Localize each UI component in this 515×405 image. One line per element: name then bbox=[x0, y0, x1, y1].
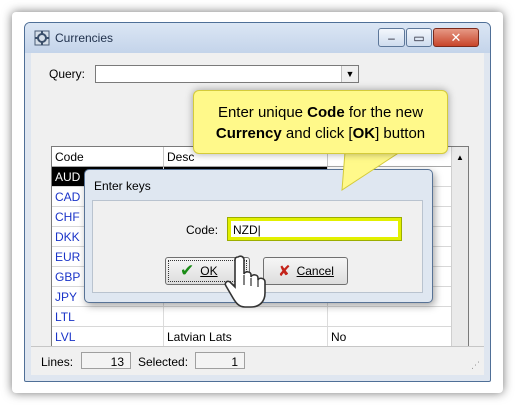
callout-text-2: for the new bbox=[344, 104, 424, 121]
ok-label: OK bbox=[200, 264, 218, 278]
callout-pointer bbox=[341, 151, 402, 191]
grid-scrollbar[interactable]: ▲ ▼ bbox=[451, 147, 468, 364]
code-input-value: NZD bbox=[233, 223, 258, 237]
lines-count: 13 bbox=[81, 352, 131, 369]
checkmark-icon: ✔ bbox=[180, 261, 195, 280]
table-row[interactable]: LTL bbox=[52, 307, 468, 327]
currency-code-cell: LVL bbox=[52, 327, 164, 346]
active-cell bbox=[328, 307, 452, 326]
currency-code-cell: LTL bbox=[52, 307, 164, 326]
cancel-button[interactable]: ✘ Cancel bbox=[263, 257, 348, 285]
callout-ok: OK bbox=[352, 125, 376, 142]
maximize-icon: ▭ bbox=[413, 30, 425, 45]
minimize-icon: – bbox=[388, 30, 395, 45]
callout-text-3: and click [ bbox=[281, 125, 353, 142]
cancel-label: Cancel bbox=[296, 264, 334, 278]
combo-dropdown-button[interactable]: ▼ bbox=[341, 66, 358, 82]
callout-currency: Currency bbox=[215, 125, 282, 142]
maximize-button[interactable]: ▭ bbox=[406, 28, 432, 47]
code-input[interactable]: NZD| bbox=[227, 217, 402, 241]
minimize-button[interactable]: – bbox=[378, 28, 405, 47]
app-icon bbox=[34, 30, 50, 46]
hint-callout: Enter unique Code for the new Currency a… bbox=[193, 90, 448, 154]
callout-text-4: ] button bbox=[375, 125, 426, 142]
resize-grip-icon[interactable]: ⋰ bbox=[471, 360, 480, 371]
title-bar[interactable]: Currencies – ▭ ✕ bbox=[25, 23, 490, 53]
close-button[interactable]: ✕ bbox=[433, 28, 479, 47]
close-icon: ✕ bbox=[450, 29, 462, 45]
code-label: Code: bbox=[186, 223, 219, 237]
cancel-x-icon: ✘ bbox=[278, 263, 291, 280]
hand-pointer-icon bbox=[224, 255, 266, 308]
active-cell: No bbox=[328, 327, 452, 346]
text-caret: | bbox=[257, 223, 261, 237]
selected-count: 1 bbox=[195, 352, 245, 369]
scroll-up-icon[interactable]: ▲ bbox=[452, 149, 468, 165]
callout-code: Code bbox=[307, 104, 345, 121]
query-label: Query: bbox=[49, 67, 86, 81]
description-cell: Latvian Lats bbox=[164, 327, 328, 346]
query-combo[interactable]: ▼ bbox=[95, 65, 359, 83]
table-row[interactable]: LVL Latvian Lats No bbox=[52, 327, 468, 347]
column-header-code[interactable]: Code bbox=[52, 147, 164, 166]
window-title: Currencies bbox=[55, 31, 114, 45]
callout-text-1: Enter unique bbox=[217, 104, 308, 121]
status-bar: Lines: 13 Selected: 1 ⋰ bbox=[31, 346, 484, 375]
selected-label: Selected: bbox=[138, 355, 189, 369]
chevron-down-icon: ▼ bbox=[345, 69, 355, 79]
description-cell bbox=[164, 307, 328, 326]
dialog-title: Enter keys bbox=[94, 179, 151, 193]
lines-label: Lines: bbox=[41, 355, 74, 369]
